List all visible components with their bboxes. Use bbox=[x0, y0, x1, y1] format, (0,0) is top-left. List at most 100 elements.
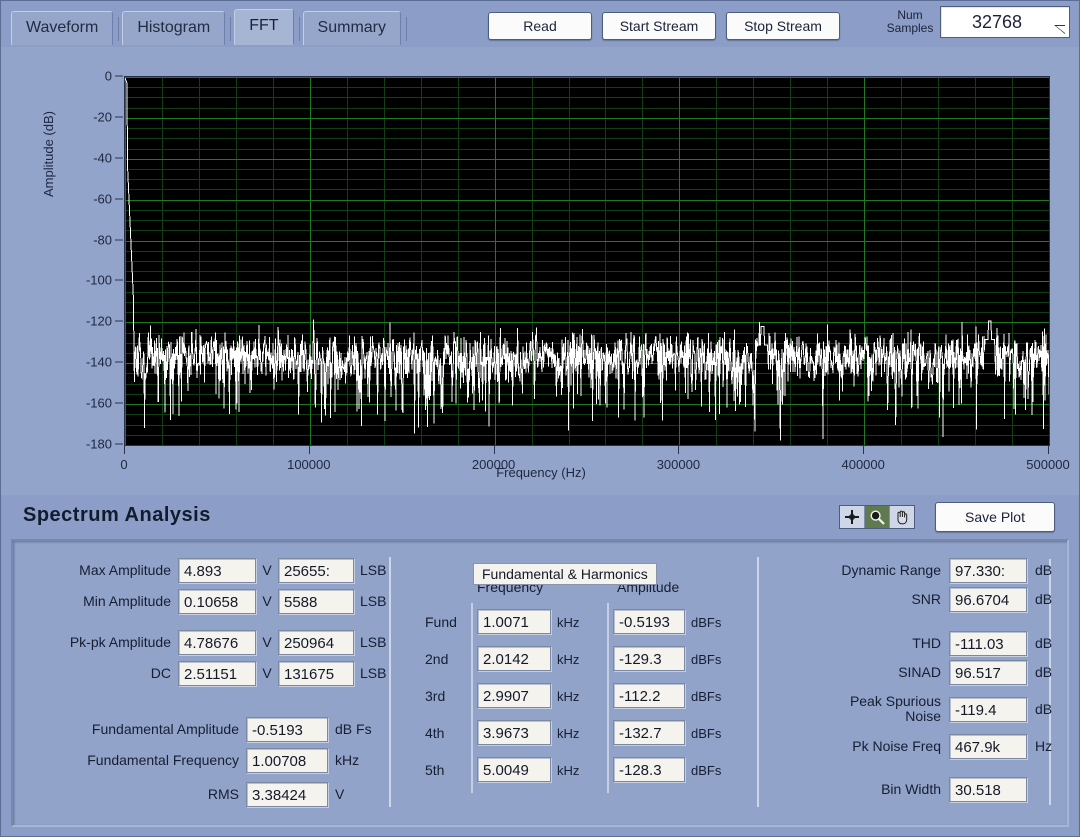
pk-noise-freq-value[interactable]: 467.9k bbox=[949, 733, 1027, 759]
hand-icon bbox=[897, 510, 908, 525]
min-amplitude-lsb[interactable]: 5588 bbox=[278, 588, 354, 614]
peak-spurious-noise-label-line1: Peak Spurious bbox=[849, 693, 941, 709]
tab-separator bbox=[118, 17, 120, 41]
graph-tool-palette[interactable] bbox=[839, 505, 915, 529]
harmonic-frequency-unit: kHz bbox=[557, 615, 580, 630]
max-amplitude-label: Max Amplitude bbox=[79, 562, 171, 578]
y-tick-mark bbox=[115, 198, 123, 200]
tab-strip: Waveform Histogram FFT Summary Read Star… bbox=[1, 1, 1079, 47]
peak-spurious-noise-label: Peak Spurious Noise bbox=[773, 694, 941, 724]
dynamic-range-unit: dB bbox=[1035, 562, 1053, 578]
row-dc: DC 2.51151 V 131675 LSB bbox=[19, 660, 394, 686]
row-min-amplitude: Min Amplitude 0.10658 V 5588 LSB bbox=[19, 588, 394, 614]
tab-summary[interactable]: Summary bbox=[302, 11, 401, 45]
fundamental-amplitude-value[interactable]: -0.5193 bbox=[246, 716, 328, 742]
dc-volts[interactable]: 2.51151 bbox=[178, 660, 256, 686]
y-tick-label: -120 bbox=[85, 313, 112, 329]
row-fundamental-amplitude: Fundamental Amplitude -0.5193 dB Fs bbox=[19, 716, 372, 742]
harmonic-amplitude-unit: dBFs bbox=[691, 652, 722, 667]
fundamental-amplitude-unit: dB Fs bbox=[335, 721, 372, 737]
max-amplitude-lsb-unit: LSB bbox=[360, 562, 387, 578]
dc-volt-unit: V bbox=[262, 665, 272, 681]
y-tick-mark bbox=[115, 320, 123, 322]
pk-noise-freq-unit: Hz bbox=[1035, 738, 1053, 754]
y-tick-label: 0 bbox=[104, 68, 112, 84]
sinad-label: SINAD bbox=[898, 663, 941, 680]
y-tick-label: -40 bbox=[93, 150, 112, 166]
y-tick-label: -160 bbox=[85, 395, 112, 411]
harmonic-frequency-value[interactable]: 1.0071 bbox=[477, 609, 551, 634]
max-amplitude-lsb[interactable]: 25655: bbox=[278, 557, 354, 583]
harmonic-frequency-unit: kHz bbox=[557, 652, 580, 667]
thd-label: THD bbox=[912, 634, 941, 651]
harmonic-frequency-unit: kHz bbox=[557, 763, 580, 778]
peak-spurious-noise-value[interactable]: -119.4 bbox=[949, 696, 1027, 722]
pkpk-amplitude-volts[interactable]: 4.78676 bbox=[178, 629, 256, 655]
dc-lsb[interactable]: 131675 bbox=[278, 660, 354, 686]
sinad-value[interactable]: 96.517 bbox=[949, 659, 1027, 685]
pkpk-amplitude-label: Pk-pk Amplitude bbox=[69, 634, 171, 650]
pkpk-amplitude-lsb[interactable]: 250964 bbox=[278, 629, 354, 655]
x-tick-mark bbox=[678, 446, 680, 454]
y-tick-mark bbox=[115, 361, 123, 363]
tab-waveform[interactable]: Waveform bbox=[11, 11, 114, 45]
num-samples-label-line2: Samples bbox=[886, 21, 934, 35]
bin-width-value[interactable]: 30.518 bbox=[949, 776, 1027, 802]
fft-graph: Amplitude (dB) 0 -20 -40 -60 -80 -100 -120 -140… bbox=[1, 47, 1079, 495]
min-amplitude-volt-unit: V bbox=[262, 593, 272, 609]
min-amplitude-label: Min Amplitude bbox=[83, 593, 171, 609]
row-thd: THD -111.03 dB bbox=[773, 630, 1061, 656]
harmonic-frequency-value[interactable]: 2.9907 bbox=[477, 683, 551, 708]
fundamental-frequency-unit: kHz bbox=[335, 752, 360, 768]
y-tick-mark bbox=[115, 402, 123, 404]
snr-value[interactable]: 96.6704 bbox=[949, 586, 1027, 612]
harmonic-amplitude-value[interactable]: -112.2 bbox=[613, 683, 685, 708]
chevron-down-icon[interactable] bbox=[1054, 25, 1065, 34]
start-stream-button[interactable]: Start Stream bbox=[602, 12, 716, 40]
crosshair-icon bbox=[845, 510, 859, 524]
row-max-amplitude: Max Amplitude 4.893 V 25655: LSB bbox=[19, 557, 394, 583]
sinad-unit: dB bbox=[1035, 664, 1053, 680]
y-tick-label: -20 bbox=[93, 109, 112, 125]
harmonic-frequency-value[interactable]: 2.0142 bbox=[477, 646, 551, 671]
harmonic-amplitude-value[interactable]: -132.7 bbox=[613, 720, 685, 745]
thd-value[interactable]: -111.03 bbox=[949, 630, 1027, 656]
y-tick-label: -100 bbox=[85, 272, 112, 288]
zoom-tool[interactable] bbox=[865, 506, 890, 528]
stop-stream-button[interactable]: Stop Stream bbox=[726, 12, 840, 40]
harmonics-title: Fundamental & Harmonics bbox=[473, 563, 657, 585]
min-amplitude-volts[interactable]: 0.10658 bbox=[178, 588, 256, 614]
pk-noise-freq-label: Pk Noise Freq bbox=[852, 737, 941, 754]
harmonic-amplitude-value[interactable]: -0.5193 bbox=[613, 609, 685, 634]
harmonic-frequency-value[interactable]: 3.9673 bbox=[477, 720, 551, 745]
save-plot-button[interactable]: Save Plot bbox=[935, 502, 1055, 532]
dynamic-range-value[interactable]: 97.330: bbox=[949, 557, 1027, 583]
max-amplitude-volts[interactable]: 4.893 bbox=[178, 557, 256, 583]
harmonic-amplitude-unit: dBFs bbox=[691, 726, 722, 741]
harmonic-row-label: Fund bbox=[425, 614, 457, 630]
pan-hand-tool[interactable] bbox=[890, 506, 914, 528]
x-tick-mark bbox=[863, 446, 865, 454]
max-amplitude-volt-unit: V bbox=[262, 562, 272, 578]
harmonic-amplitude-value[interactable]: -129.3 bbox=[613, 646, 685, 671]
y-tick-label: -140 bbox=[85, 354, 112, 370]
rms-unit: V bbox=[335, 786, 345, 802]
column-separator bbox=[757, 557, 759, 807]
harmonic-frequency-value[interactable]: 5.0049 bbox=[477, 757, 551, 782]
tab-histogram[interactable]: Histogram bbox=[122, 11, 226, 45]
row-bin-width: Bin Width 30.518 bbox=[773, 776, 1061, 802]
spectrum-trace bbox=[125, 77, 1049, 445]
tab-fft[interactable]: FFT bbox=[234, 9, 294, 45]
fundamental-frequency-value[interactable]: 1.00708 bbox=[246, 747, 328, 773]
cursor-crosshair-tool[interactable] bbox=[840, 506, 865, 528]
row-pkpk-amplitude: Pk-pk Amplitude 4.78676 V 250964 LSB bbox=[19, 629, 394, 655]
rms-value[interactable]: 3.38424 bbox=[246, 781, 328, 807]
harmonic-amplitude-value[interactable]: -128.3 bbox=[613, 757, 685, 782]
harmonics-amp-group-line bbox=[607, 603, 609, 793]
read-button[interactable]: Read bbox=[488, 12, 592, 40]
dynamic-range-label: Dynamic Range bbox=[841, 561, 941, 578]
num-samples-control[interactable]: Num Samples 32768 bbox=[884, 6, 1070, 38]
plot-area[interactable] bbox=[124, 76, 1050, 446]
row-rms: RMS 3.38424 V bbox=[19, 781, 344, 807]
num-samples-combobox[interactable]: 32768 bbox=[940, 6, 1070, 38]
